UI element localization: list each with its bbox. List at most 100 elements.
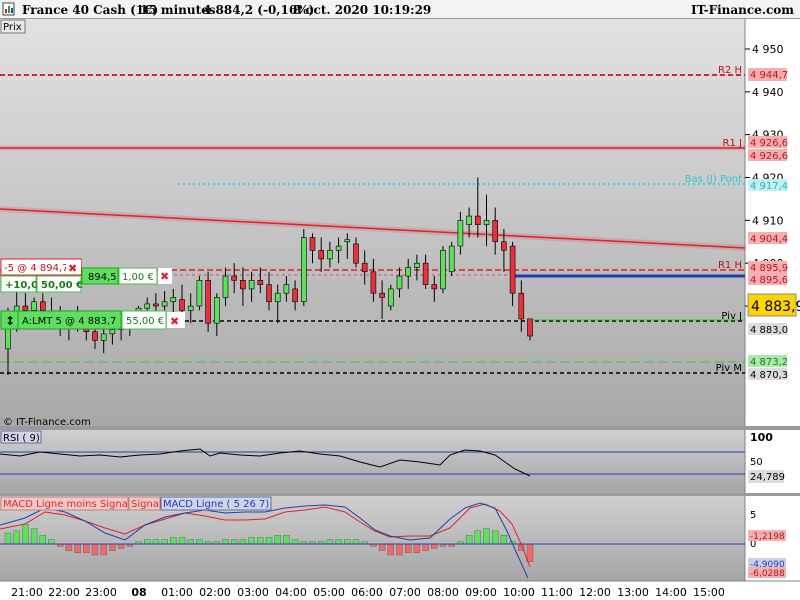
macd-hist-bar <box>465 535 473 545</box>
candle-body[interactable] <box>179 299 185 311</box>
candle-body[interactable] <box>205 280 211 324</box>
candle-body[interactable] <box>353 243 359 264</box>
candle-body[interactable] <box>214 297 220 324</box>
move-icon: ↕ <box>5 314 15 328</box>
candle-body[interactable] <box>361 262 368 273</box>
candle-body[interactable] <box>39 301 46 311</box>
macd-hist-bar <box>352 539 360 545</box>
macd-hist-bar <box>326 539 334 545</box>
candle-body[interactable] <box>483 220 490 225</box>
candle-body[interactable] <box>266 284 272 303</box>
rsi-panel[interactable] <box>0 430 745 493</box>
trading-chart: France 40 Cash (1€) 15 minutes 4 884,2 (… <box>0 0 800 600</box>
macd-hist-bar <box>283 535 290 545</box>
time-label: 04:00 <box>275 586 307 599</box>
candle-body[interactable] <box>196 280 203 307</box>
candle-body[interactable] <box>309 237 316 251</box>
close-icon: ✖ <box>160 270 169 283</box>
limit-order-label: A:LMT 5 @ 4 883,7 <box>22 316 116 327</box>
macd-hist-bar <box>222 539 229 545</box>
candle-body[interactable] <box>440 250 446 290</box>
macd-hist-bar <box>291 539 299 545</box>
r2h-label: R2 H <box>718 65 742 76</box>
candle-body[interactable] <box>509 245 516 294</box>
time-label: 13:00 <box>617 586 649 599</box>
macd-hist-bar <box>492 530 499 545</box>
prix-label: Prix <box>3 22 22 33</box>
candle-body[interactable] <box>300 237 307 303</box>
pivj-label: Piv J <box>721 311 742 322</box>
candle-body[interactable] <box>248 280 255 290</box>
candle-body[interactable] <box>379 292 385 298</box>
macd-hist-bar <box>83 543 90 554</box>
candle-body[interactable] <box>240 280 246 290</box>
candle-body[interactable] <box>466 215 472 225</box>
candle-body[interactable] <box>387 288 394 307</box>
macd-hist-bar <box>387 543 394 556</box>
price-panel[interactable] <box>0 19 745 426</box>
limit-order-widget[interactable]: ↕ A:LMT 5 @ 4 883,7 55,00 € ✖ <box>0 310 185 330</box>
candle-body[interactable] <box>153 303 159 307</box>
r2h-value: 4 944,7 <box>750 70 788 81</box>
candle-body[interactable] <box>92 331 98 341</box>
candle-body[interactable] <box>405 267 412 277</box>
time-label: 08:00 <box>427 586 459 599</box>
candle-body[interactable] <box>109 329 116 335</box>
candle-body[interactable] <box>161 301 168 307</box>
macd-hist-bar <box>161 539 168 545</box>
time-label: 10:00 <box>503 586 535 599</box>
candle-body[interactable] <box>31 301 37 311</box>
macd-hist-bar <box>30 528 38 545</box>
time-label: 22:00 <box>48 586 80 599</box>
candle-body[interactable] <box>283 284 290 294</box>
candle-body[interactable] <box>431 284 438 290</box>
candle-body[interactable] <box>396 275 403 290</box>
candle-body[interactable] <box>144 303 150 309</box>
candle-body[interactable] <box>257 280 264 285</box>
time-label: 06:00 <box>351 586 383 599</box>
candle-body[interactable] <box>414 262 420 268</box>
candle-body[interactable] <box>274 292 281 303</box>
candle-body[interactable] <box>501 241 507 251</box>
app-icon <box>2 2 15 16</box>
candle-body[interactable] <box>292 288 298 303</box>
candle-body[interactable] <box>327 250 333 260</box>
macd-hist-bar <box>335 539 342 545</box>
macd-hist-bar <box>344 539 351 545</box>
candle-body[interactable] <box>370 271 377 294</box>
macd-hist-bar <box>422 543 429 551</box>
limit-value: 55,00 € <box>126 316 164 327</box>
macd-hist-bar <box>74 543 81 554</box>
macd-hist-bar <box>265 537 273 545</box>
candle-body[interactable] <box>170 297 177 303</box>
r1h-value-2: 4 895,6 <box>750 275 788 286</box>
macd-hist-bar <box>22 524 29 545</box>
candle-body[interactable] <box>527 318 533 337</box>
candle-body[interactable] <box>222 275 229 298</box>
candle-body[interactable] <box>474 215 481 225</box>
macd-hist-bar <box>187 539 194 545</box>
macd-hist-bar <box>230 539 238 545</box>
time-label: 12:00 <box>579 586 611 599</box>
candle-body[interactable] <box>344 239 351 243</box>
macd-hist-bar <box>274 535 281 545</box>
candle-body[interactable] <box>100 333 107 341</box>
candle-body[interactable] <box>422 262 429 285</box>
pivm-green-value: 4 873,2 <box>750 357 788 368</box>
candle-body[interactable] <box>518 292 525 320</box>
candle-body[interactable] <box>187 305 194 311</box>
time-label: 01:00 <box>161 586 193 599</box>
r1h-value: 4 895,9 <box>750 263 788 274</box>
candle-body[interactable] <box>318 250 325 260</box>
r1j-value: 4 926,6 <box>750 138 788 149</box>
candle-body[interactable] <box>335 245 342 251</box>
candle-body[interactable] <box>231 275 237 281</box>
time-label: 23:00 <box>85 586 117 599</box>
macd-hist-bar <box>152 539 160 545</box>
candle-body[interactable] <box>448 245 455 273</box>
time-label: 09:00 <box>465 586 497 599</box>
macd-hist-bar <box>91 543 99 556</box>
candle-body[interactable] <box>492 220 499 243</box>
candle-body[interactable] <box>22 305 29 311</box>
candle-body[interactable] <box>457 220 464 247</box>
